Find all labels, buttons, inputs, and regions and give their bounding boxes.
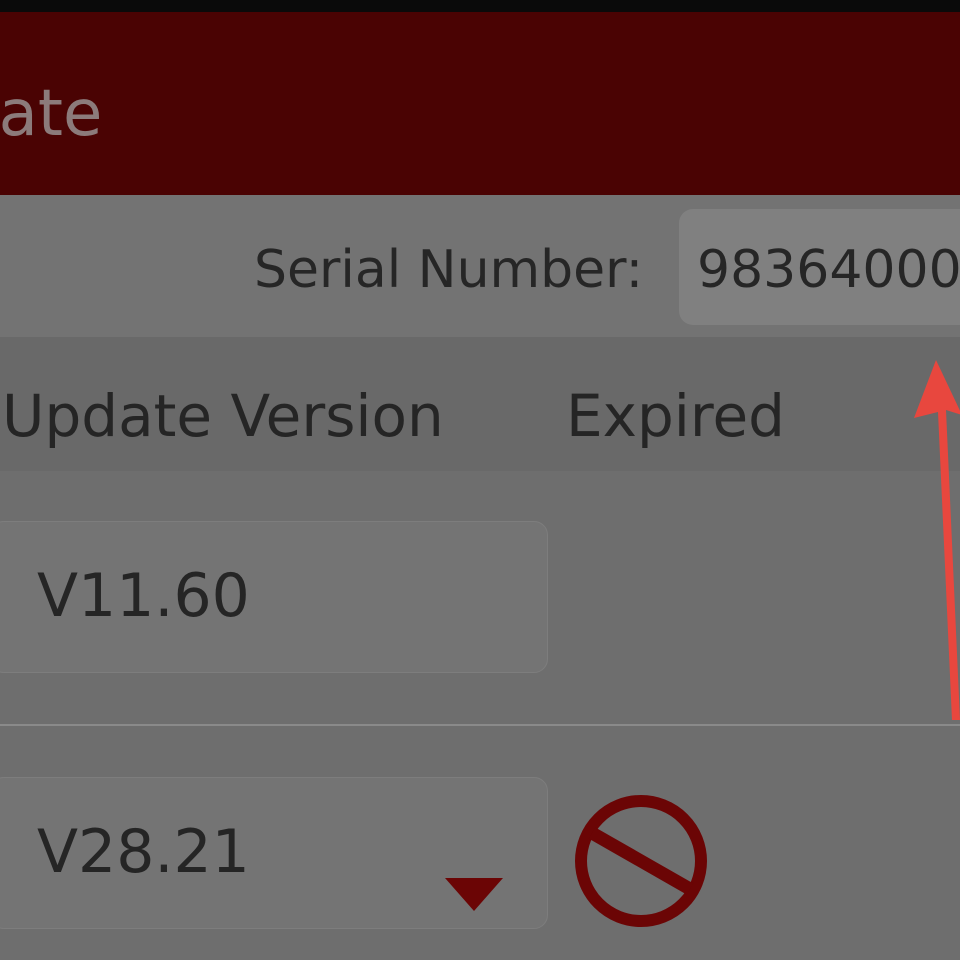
page-title: date — [0, 77, 103, 151]
title-bar: date — [0, 12, 960, 195]
serial-number-field[interactable]: 98364000 — [679, 209, 960, 325]
column-header-update-version: Update Version — [2, 382, 444, 450]
table-row: V28.21 — [0, 726, 960, 960]
version-value: V11.60 — [37, 561, 250, 631]
version-field[interactable]: V11.60 — [0, 521, 548, 673]
dropdown-caret-icon[interactable] — [445, 878, 503, 911]
red-arrow-annotation — [914, 360, 960, 720]
serial-number-label: Serial Number: — [254, 240, 644, 300]
status-bar-edge — [0, 0, 960, 12]
table-header: Update Version Expired — [0, 337, 960, 471]
column-header-expired: Expired — [566, 382, 785, 450]
update-screen: date Serial Number: 98364000 Update Vers… — [0, 0, 960, 960]
prohibited-icon — [575, 795, 707, 927]
version-dropdown[interactable]: V28.21 — [0, 777, 548, 929]
version-value: V28.21 — [37, 817, 250, 887]
serial-number-row: Serial Number: 98364000 — [0, 195, 960, 337]
serial-number-value: 98364000 — [697, 240, 960, 300]
table-row: V11.60 — [0, 471, 960, 725]
